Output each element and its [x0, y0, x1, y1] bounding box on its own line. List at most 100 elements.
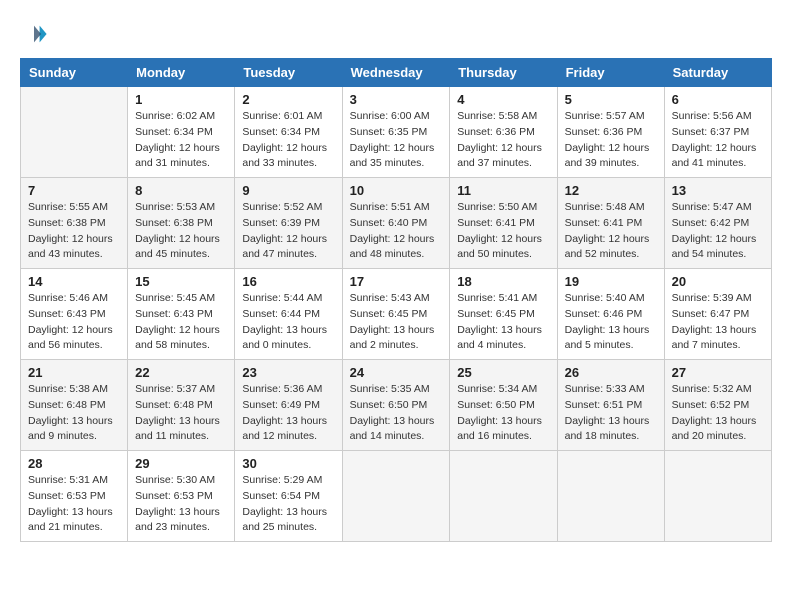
day-info: Sunrise: 5:55 AM Sunset: 6:38 PM Dayligh… — [28, 200, 120, 263]
calendar-cell: 2Sunrise: 6:01 AM Sunset: 6:34 PM Daylig… — [235, 87, 342, 178]
calendar-cell: 21Sunrise: 5:38 AM Sunset: 6:48 PM Dayli… — [21, 360, 128, 451]
calendar-cell: 18 Sunrise: 5:41 AM Sunset: 6:45 PM Dayli… — [450, 269, 557, 360]
calendar-cell: 25 Sunrise: 5:34 AM Sunset: 6:50 PM Dayli… — [450, 360, 557, 451]
day-number: 16 — [242, 274, 334, 289]
day-info: Sunrise: 5:53 AM Sunset: 6:38 PM Dayligh… — [135, 200, 227, 263]
calendar-cell: 22 Sunrise: 5:37 AM Sunset: 6:48 PM Dayli… — [128, 360, 235, 451]
logo — [20, 20, 52, 48]
day-number: 26 — [565, 365, 657, 380]
calendar-cell: 28 Sunrise: 5:31 AM Sunset: 6:53 PM Dayli… — [21, 451, 128, 542]
day-info: Sunrise: 5:30 AM Sunset: 6:53 PM Dayligh… — [135, 473, 227, 536]
day-info: Sunrise: 5:31 AM Sunset: 6:53 PM Dayligh… — [28, 473, 120, 536]
calendar-week-row: 14 Sunrise: 5:46 AM Sunset: 6:43 PM Dayli… — [21, 269, 772, 360]
day-number: 13 — [672, 183, 764, 198]
day-info: Sunrise: 5:46 AM Sunset: 6:43 PM Dayligh… — [28, 291, 120, 354]
day-info: Sunrise: 5:35 AM Sunset: 6:50 PM Dayligh… — [350, 382, 443, 445]
day-info: Sunrise: 5:34 AM Sunset: 6:50 PM Dayligh… — [457, 382, 549, 445]
calendar-cell: 19 Sunrise: 5:40 AM Sunset: 6:46 PM Dayli… — [557, 269, 664, 360]
day-number: 9 — [242, 183, 334, 198]
calendar-week-row: 21Sunrise: 5:38 AM Sunset: 6:48 PM Dayli… — [21, 360, 772, 451]
day-number: 29 — [135, 456, 227, 471]
day-number: 10 — [350, 183, 443, 198]
calendar-week-row: 7 Sunrise: 5:55 AM Sunset: 6:38 PM Daylig… — [21, 178, 772, 269]
day-number: 8 — [135, 183, 227, 198]
page-header — [20, 20, 772, 48]
column-header-friday: Friday — [557, 59, 664, 87]
calendar-cell: 10 Sunrise: 5:51 AM Sunset: 6:40 PM Dayli… — [342, 178, 450, 269]
day-number: 19 — [565, 274, 657, 289]
day-info: Sunrise: 5:57 AM Sunset: 6:36 PM Dayligh… — [565, 109, 657, 172]
calendar-cell: 4 Sunrise: 5:58 AM Sunset: 6:36 PM Daylig… — [450, 87, 557, 178]
column-header-thursday: Thursday — [450, 59, 557, 87]
calendar-cell: 23Sunrise: 5:36 AM Sunset: 6:49 PM Dayli… — [235, 360, 342, 451]
calendar-cell: 16 Sunrise: 5:44 AM Sunset: 6:44 PM Dayli… — [235, 269, 342, 360]
calendar-table: SundayMondayTuesdayWednesdayThursdayFrid… — [20, 58, 772, 542]
day-number: 18 — [457, 274, 549, 289]
day-info: Sunrise: 5:58 AM Sunset: 6:36 PM Dayligh… — [457, 109, 549, 172]
calendar-cell: 5 Sunrise: 5:57 AM Sunset: 6:36 PM Daylig… — [557, 87, 664, 178]
day-info: Sunrise: 5:44 AM Sunset: 6:44 PM Dayligh… — [242, 291, 334, 354]
day-number: 4 — [457, 92, 549, 107]
calendar-cell: 11Sunrise: 5:50 AM Sunset: 6:41 PM Dayli… — [450, 178, 557, 269]
calendar-cell: 6 Sunrise: 5:56 AM Sunset: 6:37 PM Daylig… — [664, 87, 771, 178]
calendar-cell: 26 Sunrise: 5:33 AM Sunset: 6:51 PM Dayli… — [557, 360, 664, 451]
calendar-cell: 7 Sunrise: 5:55 AM Sunset: 6:38 PM Daylig… — [21, 178, 128, 269]
calendar-cell: 27Sunrise: 5:32 AM Sunset: 6:52 PM Dayli… — [664, 360, 771, 451]
day-number: 28 — [28, 456, 120, 471]
day-info: Sunrise: 5:56 AM Sunset: 6:37 PM Dayligh… — [672, 109, 764, 172]
day-info: Sunrise: 5:43 AM Sunset: 6:45 PM Dayligh… — [350, 291, 443, 354]
day-info: Sunrise: 5:41 AM Sunset: 6:45 PM Dayligh… — [457, 291, 549, 354]
day-number: 22 — [135, 365, 227, 380]
day-info: Sunrise: 5:39 AM Sunset: 6:47 PM Dayligh… — [672, 291, 764, 354]
calendar-cell: 20 Sunrise: 5:39 AM Sunset: 6:47 PM Dayli… — [664, 269, 771, 360]
day-number: 1 — [135, 92, 227, 107]
day-info: Sunrise: 5:47 AM Sunset: 6:42 PM Dayligh… — [672, 200, 764, 263]
day-number: 12 — [565, 183, 657, 198]
column-header-monday: Monday — [128, 59, 235, 87]
day-info: Sunrise: 5:37 AM Sunset: 6:48 PM Dayligh… — [135, 382, 227, 445]
logo-icon — [20, 20, 48, 48]
day-number: 14 — [28, 274, 120, 289]
calendar-cell: 15 Sunrise: 5:45 AM Sunset: 6:43 PM Dayli… — [128, 269, 235, 360]
day-info: Sunrise: 5:29 AM Sunset: 6:54 PM Dayligh… — [242, 473, 334, 536]
day-number: 3 — [350, 92, 443, 107]
column-header-sunday: Sunday — [21, 59, 128, 87]
calendar-cell: 29 Sunrise: 5:30 AM Sunset: 6:53 PM Dayli… — [128, 451, 235, 542]
calendar-cell: 14 Sunrise: 5:46 AM Sunset: 6:43 PM Dayli… — [21, 269, 128, 360]
calendar-cell — [557, 451, 664, 542]
day-info: Sunrise: 5:33 AM Sunset: 6:51 PM Dayligh… — [565, 382, 657, 445]
day-number: 17 — [350, 274, 443, 289]
day-info: Sunrise: 6:00 AM Sunset: 6:35 PM Dayligh… — [350, 109, 443, 172]
day-number: 5 — [565, 92, 657, 107]
day-info: Sunrise: 5:52 AM Sunset: 6:39 PM Dayligh… — [242, 200, 334, 263]
column-header-wednesday: Wednesday — [342, 59, 450, 87]
day-info: Sunrise: 5:40 AM Sunset: 6:46 PM Dayligh… — [565, 291, 657, 354]
calendar-cell — [342, 451, 450, 542]
day-info: Sunrise: 5:51 AM Sunset: 6:40 PM Dayligh… — [350, 200, 443, 263]
calendar-cell: 13 Sunrise: 5:47 AM Sunset: 6:42 PM Dayli… — [664, 178, 771, 269]
day-number: 15 — [135, 274, 227, 289]
calendar-week-row: 28 Sunrise: 5:31 AM Sunset: 6:53 PM Dayli… — [21, 451, 772, 542]
calendar-cell: 12Sunrise: 5:48 AM Sunset: 6:41 PM Dayli… — [557, 178, 664, 269]
day-info: Sunrise: 6:01 AM Sunset: 6:34 PM Dayligh… — [242, 109, 334, 172]
calendar-cell — [450, 451, 557, 542]
day-number: 6 — [672, 92, 764, 107]
calendar-cell: 17 Sunrise: 5:43 AM Sunset: 6:45 PM Dayli… — [342, 269, 450, 360]
calendar-cell: 9 Sunrise: 5:52 AM Sunset: 6:39 PM Daylig… — [235, 178, 342, 269]
day-number: 27 — [672, 365, 764, 380]
calendar-cell: 8 Sunrise: 5:53 AM Sunset: 6:38 PM Daylig… — [128, 178, 235, 269]
calendar-cell — [664, 451, 771, 542]
calendar-cell: 24Sunrise: 5:35 AM Sunset: 6:50 PM Dayli… — [342, 360, 450, 451]
calendar-cell — [21, 87, 128, 178]
day-info: Sunrise: 6:02 AM Sunset: 6:34 PM Dayligh… — [135, 109, 227, 172]
calendar-cell: 30 Sunrise: 5:29 AM Sunset: 6:54 PM Dayli… — [235, 451, 342, 542]
calendar-cell: 1 Sunrise: 6:02 AM Sunset: 6:34 PM Daylig… — [128, 87, 235, 178]
day-info: Sunrise: 5:45 AM Sunset: 6:43 PM Dayligh… — [135, 291, 227, 354]
day-number: 25 — [457, 365, 549, 380]
day-number: 7 — [28, 183, 120, 198]
calendar-header-row: SundayMondayTuesdayWednesdayThursdayFrid… — [21, 59, 772, 87]
day-number: 30 — [242, 456, 334, 471]
day-info: Sunrise: 5:50 AM Sunset: 6:41 PM Dayligh… — [457, 200, 549, 263]
column-header-saturday: Saturday — [664, 59, 771, 87]
day-number: 20 — [672, 274, 764, 289]
